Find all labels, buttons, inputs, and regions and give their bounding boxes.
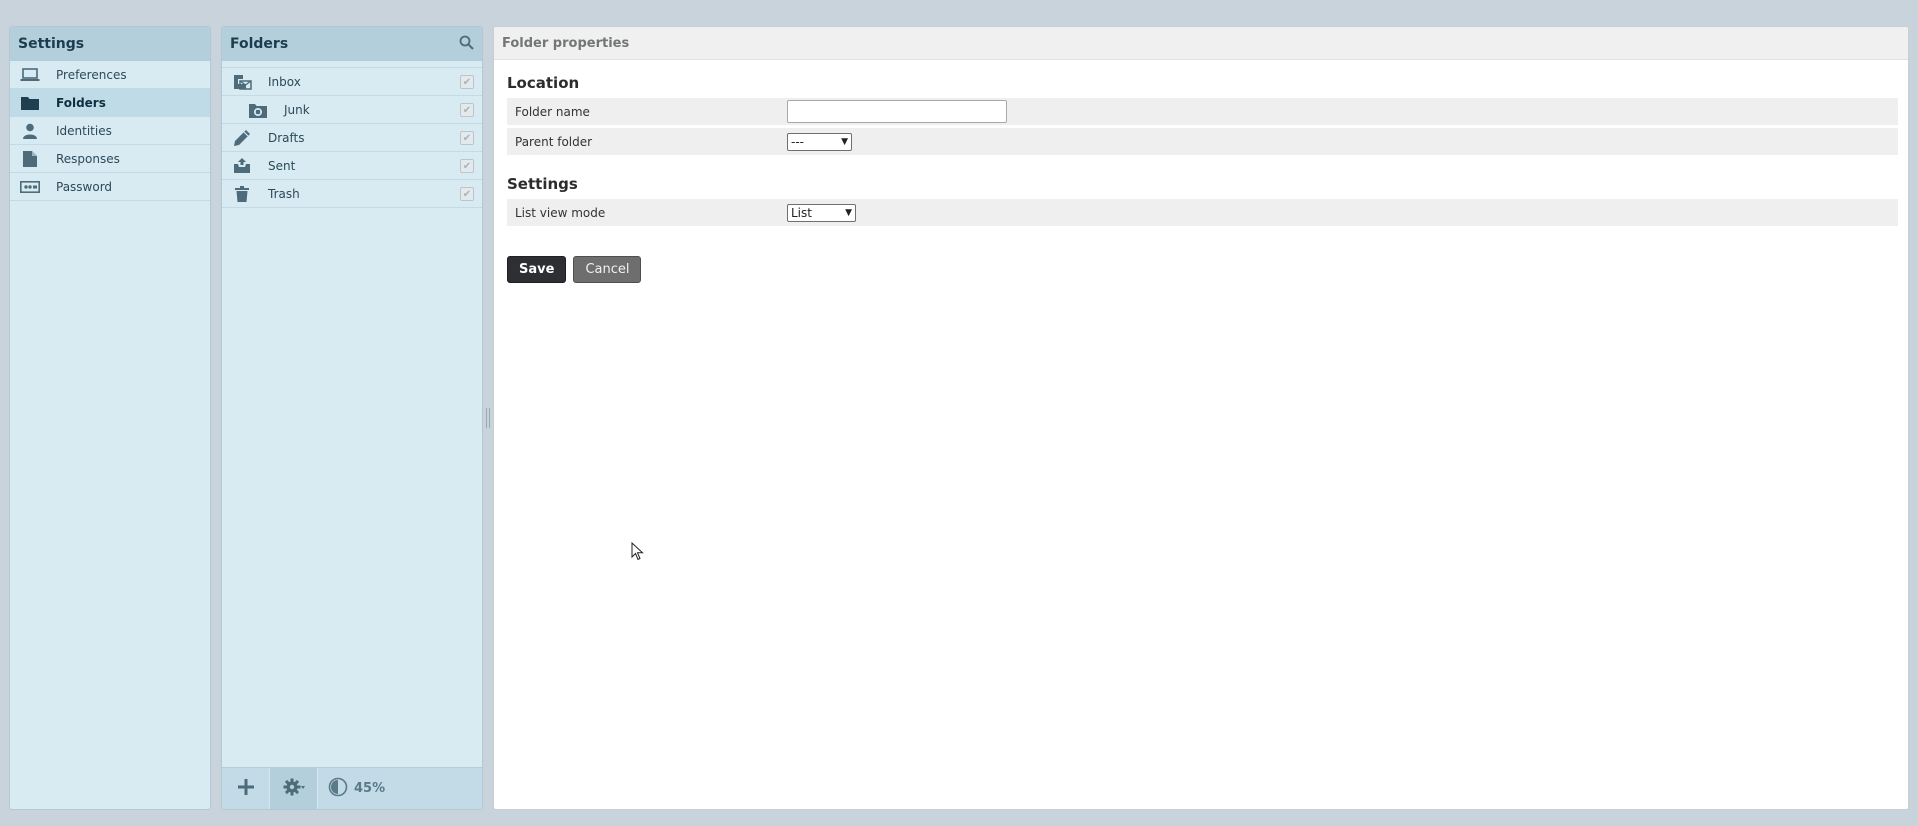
search-icon[interactable]: [459, 35, 474, 54]
properties-title: Folder properties: [494, 27, 1908, 60]
folder-name-label: Folder name: [515, 104, 590, 119]
properties-form: Location Folder name Parent folder --- ▼…: [494, 74, 1908, 283]
person-icon: [20, 123, 40, 139]
mouse-cursor-icon: [631, 541, 644, 564]
folder-list: Inbox ✔ Junk ✔ Drafts ✔ Sent ✔ Trash ✔: [222, 67, 482, 208]
nav-item-label: Responses: [56, 151, 120, 166]
list-view-mode-select[interactable]: List ▼: [787, 203, 856, 222]
subscribe-checkbox[interactable]: ✔: [460, 75, 474, 89]
parent-folder-label: Parent folder: [515, 134, 593, 149]
parent-folder-value: ---: [791, 134, 804, 149]
form-buttons: Save Cancel: [507, 256, 1898, 283]
list-view-mode-label: List view mode: [515, 205, 606, 220]
folder-label: Trash: [268, 186, 300, 201]
trash-icon: [232, 185, 252, 203]
nav-item-label: Password: [56, 179, 113, 194]
folder-label: Drafts: [268, 130, 305, 145]
sent-icon: [232, 157, 252, 175]
folder-label: Inbox: [268, 74, 301, 89]
nav-item-label: Folders: [56, 95, 106, 110]
folders-panel: Folders Inbox ✔ Junk ✔ Drafts ✔ Sent ✔ T…: [221, 26, 483, 810]
inbox-icon: [232, 73, 252, 91]
folders-header: Folders: [222, 27, 482, 61]
nav-item-label: Preferences: [56, 67, 127, 82]
folder-item-inbox[interactable]: Inbox ✔: [222, 68, 482, 96]
quota-text: 45%: [354, 781, 386, 796]
parent-folder-row: Parent folder --- ▼: [507, 128, 1898, 155]
folder-actions-button[interactable]: [270, 767, 318, 809]
list-view-mode-row: List view mode List ▼: [507, 199, 1898, 226]
properties-panel: Folder properties Location Folder name P…: [493, 26, 1909, 810]
folder-label: Junk: [284, 102, 310, 117]
nav-item-preferences[interactable]: Preferences: [10, 61, 210, 89]
folder-item-junk[interactable]: Junk ✔: [222, 96, 482, 124]
pencil-icon: [232, 129, 252, 147]
subscribe-checkbox[interactable]: ✔: [460, 131, 474, 145]
location-section-title: Location: [507, 74, 580, 92]
add-folder-button[interactable]: [222, 767, 270, 809]
nav-item-identities[interactable]: Identities: [10, 117, 210, 145]
gear-icon: [283, 778, 305, 799]
junk-icon: [248, 101, 268, 119]
chevron-down-icon: ▼: [841, 136, 848, 147]
parent-folder-select[interactable]: --- ▼: [787, 132, 852, 151]
cancel-button[interactable]: Cancel: [573, 256, 642, 283]
subscribe-checkbox[interactable]: ✔: [460, 159, 474, 173]
folders-title: Folders: [230, 36, 289, 52]
quota-icon: [328, 777, 348, 801]
nav-item-label: Identities: [56, 123, 112, 138]
password-icon: [20, 179, 40, 195]
subscribe-checkbox[interactable]: ✔: [460, 187, 474, 201]
nav-item-responses[interactable]: Responses: [10, 145, 210, 173]
chevron-down-icon: ▼: [845, 207, 852, 218]
settings-panel: Settings Preferences Folders Identities …: [9, 26, 211, 810]
folder-icon: [20, 95, 40, 111]
settings-title: Settings: [10, 27, 210, 61]
quota-indicator: 45%: [318, 777, 385, 801]
plus-icon: [237, 779, 254, 798]
folder-item-drafts[interactable]: Drafts ✔: [222, 124, 482, 152]
folder-item-trash[interactable]: Trash ✔: [222, 180, 482, 208]
folder-name-row: Folder name: [507, 98, 1898, 125]
folders-footer: 45%: [222, 767, 482, 809]
nav-item-password[interactable]: Password: [10, 173, 210, 201]
panel-splitter[interactable]: [486, 408, 490, 428]
folder-label: Sent: [268, 158, 296, 173]
laptop-icon: [20, 67, 40, 83]
folder-item-sent[interactable]: Sent ✔: [222, 152, 482, 180]
nav-item-folders[interactable]: Folders: [10, 89, 210, 117]
subscribe-checkbox[interactable]: ✔: [460, 103, 474, 117]
list-view-mode-value: List: [791, 205, 812, 220]
folder-name-input[interactable]: [787, 100, 1007, 123]
document-icon: [20, 150, 40, 167]
save-button[interactable]: Save: [507, 256, 567, 283]
settings-section-title: Settings: [507, 175, 578, 193]
